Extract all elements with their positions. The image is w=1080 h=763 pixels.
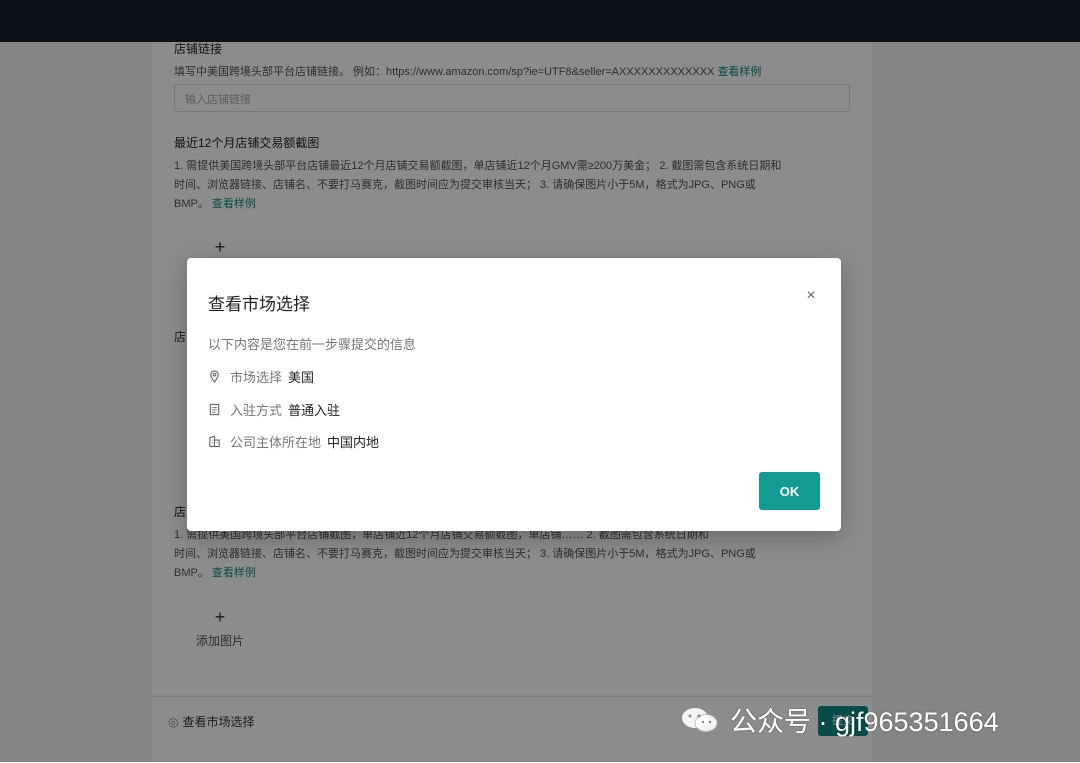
- entry-method-row: 入驻方式 普通入驻: [208, 400, 340, 419]
- wechat-icon: [682, 707, 718, 732]
- location-pin-icon: [210, 370, 219, 383]
- wechat-watermark: 公众号 · gjf965351664: [680, 700, 999, 739]
- ok-button[interactable]: OK: [759, 472, 820, 510]
- building-icon: [209, 435, 220, 448]
- company-location-value: 中国内地: [327, 435, 380, 450]
- entry-method-value: 普通入驻: [288, 403, 341, 418]
- company-location-label: 公司主体所在地: [230, 435, 322, 450]
- company-location-row: 公司主体所在地 中国内地: [208, 432, 379, 451]
- dialog-title: 查看市场选择: [208, 295, 310, 314]
- close-icon[interactable]: ×: [803, 288, 819, 304]
- market-row: 市场选择 美国: [208, 367, 314, 386]
- market-selection-dialog: 查看市场选择 × 以下内容是您在前一步骤提交的信息 市场选择 美国 入驻方式 普…: [187, 258, 841, 531]
- market-value: 美国: [288, 370, 315, 385]
- document-icon: [209, 403, 220, 416]
- entry-method-label: 入驻方式: [230, 403, 283, 418]
- watermark-text: 公众号 · gjf965351664: [730, 707, 999, 737]
- market-label: 市场选择: [230, 370, 283, 385]
- dialog-description: 以下内容是您在前一步骤提交的信息: [208, 337, 417, 352]
